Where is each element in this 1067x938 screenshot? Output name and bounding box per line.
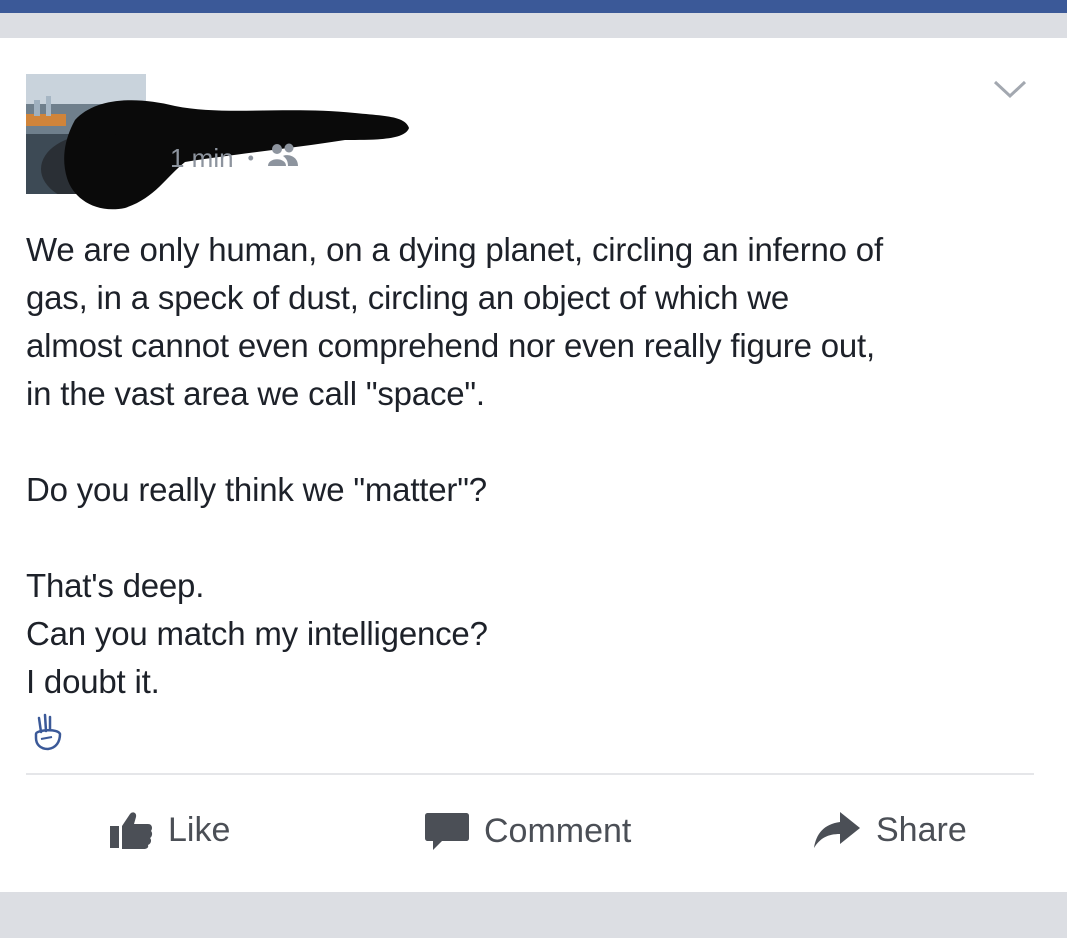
feed-spacer: [0, 13, 1067, 38]
peace-hand-icon: [30, 712, 66, 752]
thumbs-up-icon: [110, 812, 153, 849]
comment-label: Comment: [484, 811, 632, 850]
speech-bubble-icon: [425, 813, 469, 850]
share-label: Share: [876, 810, 967, 849]
share-button[interactable]: Share: [812, 810, 967, 850]
like-label: Like: [168, 810, 231, 849]
post-meta: 1 min •: [170, 142, 300, 175]
comment-button[interactable]: Comment: [424, 810, 631, 852]
friends-icon[interactable]: [266, 142, 300, 175]
feed-spacer-bottom: [0, 892, 1067, 938]
app-header-bar: [0, 0, 1067, 13]
post-body: We are only human, on a dying planet, ci…: [26, 231, 883, 700]
like-button[interactable]: Like: [108, 810, 230, 850]
actions-divider: [26, 773, 1034, 775]
chevron-down-icon[interactable]: [992, 78, 1028, 102]
post-card: 1 min • We are only human, on a dying pl…: [0, 38, 1067, 892]
meta-separator: •: [247, 148, 254, 168]
share-arrow-icon: [814, 812, 860, 848]
post-timestamp[interactable]: 1 min: [170, 143, 234, 174]
